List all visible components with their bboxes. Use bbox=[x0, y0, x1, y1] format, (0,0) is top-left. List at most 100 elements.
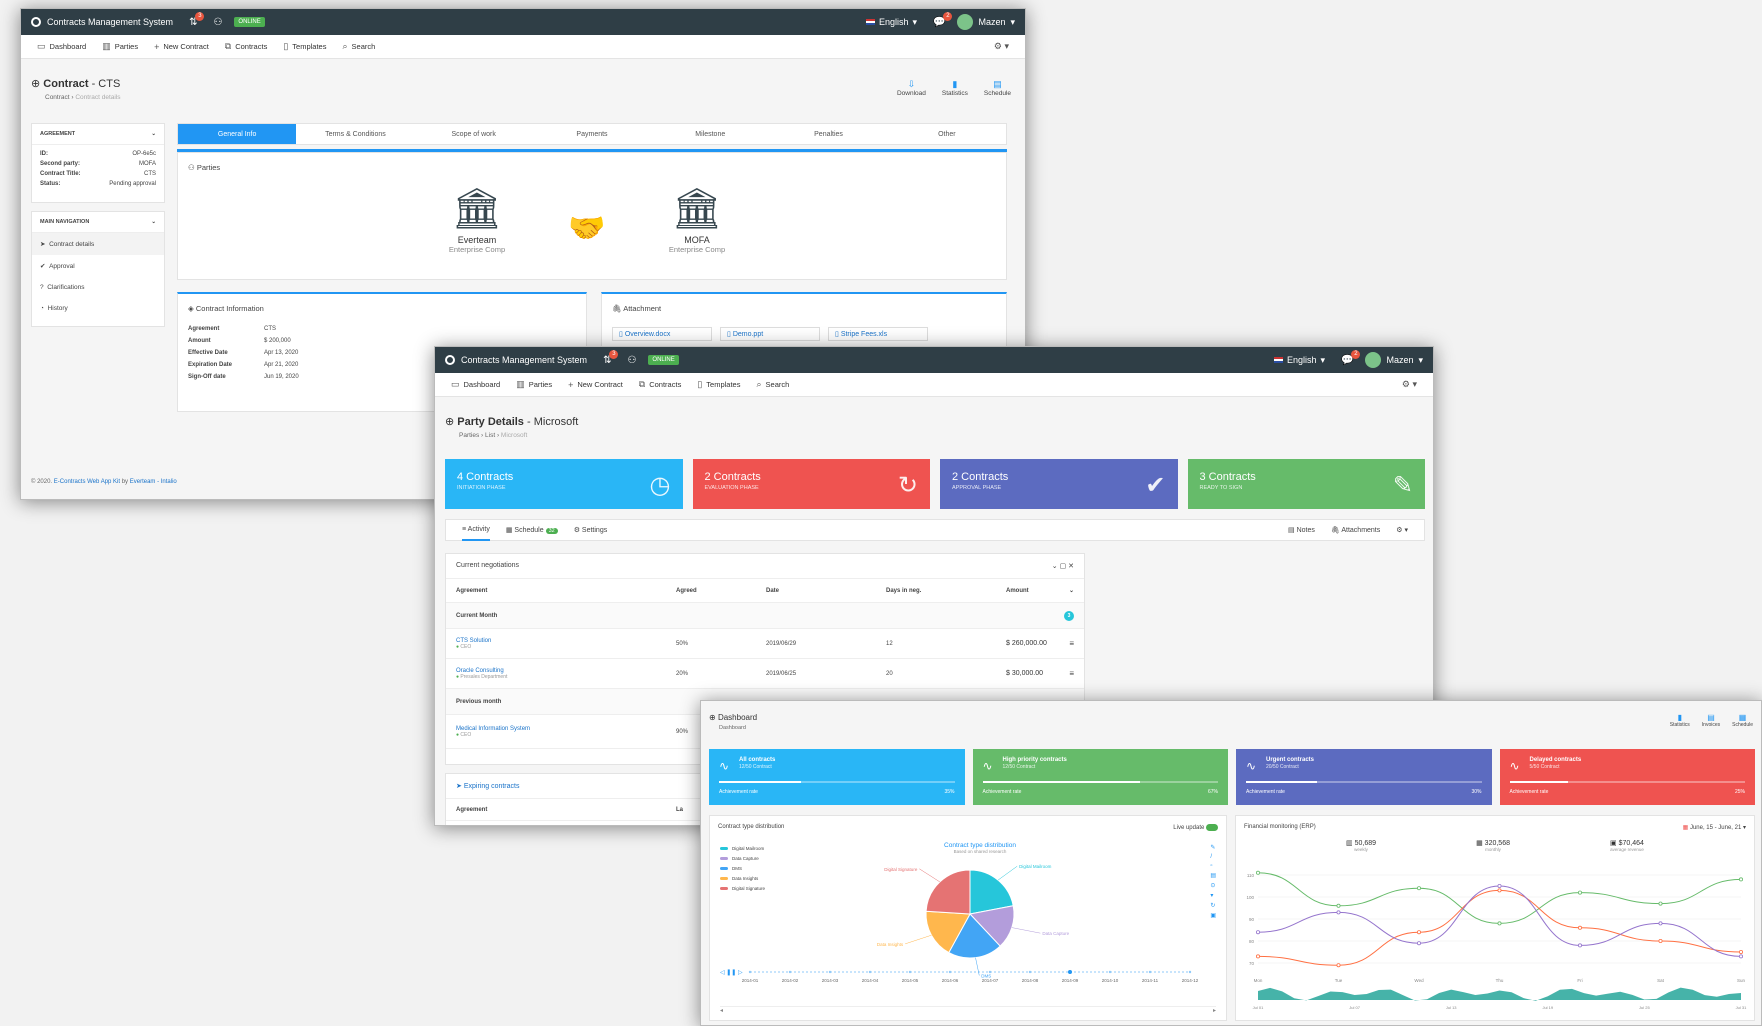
series-point[interactable] bbox=[1738, 950, 1743, 955]
series-point[interactable] bbox=[1658, 901, 1663, 906]
kpi-tile[interactable]: ∿ Urgent contracts 20/50 Contract Achieveme… bbox=[1236, 749, 1492, 805]
attachment-file[interactable]: ▯ Overview.docx bbox=[612, 327, 712, 341]
gear-dropdown[interactable]: ⚙ ▾ bbox=[1396, 526, 1408, 534]
language-select[interactable]: English ▾ bbox=[1273, 355, 1325, 366]
nav-new-contract[interactable]: + New Contract bbox=[154, 42, 209, 52]
nav-templates[interactable]: ▯ Templates bbox=[697, 379, 740, 390]
tab-scope-of-work[interactable]: Scope of work bbox=[415, 124, 533, 144]
chat-icon[interactable]: 💬 2 bbox=[933, 11, 953, 28]
panel-controls[interactable]: ⌄ ▢ ✕ bbox=[1052, 562, 1074, 570]
sync-icon[interactable]: ⇅ 3 bbox=[603, 349, 619, 366]
series-point[interactable] bbox=[1497, 888, 1502, 893]
attachment-file[interactable]: ▯ Stripe Fees.xls bbox=[828, 327, 928, 341]
series-point[interactable] bbox=[1658, 939, 1663, 944]
nav-dashboard[interactable]: ▭ Dashboard bbox=[37, 41, 86, 52]
tab-payments[interactable]: Payments bbox=[533, 124, 651, 144]
timeline-point[interactable] bbox=[788, 970, 792, 974]
tab-penalties[interactable]: Penalties bbox=[769, 124, 887, 144]
series-point[interactable] bbox=[1738, 954, 1743, 959]
party-everteam[interactable]: 🏛 Everteam Enterprise Comp bbox=[442, 187, 512, 254]
main-navigation-header[interactable]: MAIN NAVIGATION ⌄ bbox=[32, 212, 164, 233]
attachments-button[interactable]: 🖇 Attachments bbox=[1331, 526, 1380, 534]
user-menu[interactable]: Mazen ▾ bbox=[1365, 352, 1423, 368]
line-icon[interactable]: / bbox=[1210, 854, 1216, 860]
phase-tile[interactable]: 4 Contracts INITIATION PHASE ◷ bbox=[445, 459, 683, 509]
square-icon[interactable]: ▫ bbox=[1210, 863, 1216, 869]
timeline-point[interactable] bbox=[748, 970, 752, 974]
row-menu-icon[interactable]: ≡ bbox=[1069, 639, 1074, 648]
notes-button[interactable]: ▤ Notes bbox=[1288, 526, 1315, 534]
series-point[interactable] bbox=[1497, 921, 1502, 926]
series-point[interactable] bbox=[1336, 903, 1341, 908]
series-point[interactable] bbox=[1658, 921, 1663, 926]
timeline-point[interactable] bbox=[1148, 970, 1152, 974]
phase-tile[interactable]: 2 Contracts EVALUATION PHASE ↻ bbox=[692, 459, 930, 509]
save-icon[interactable]: ▣ bbox=[1210, 912, 1216, 919]
series-point[interactable] bbox=[1336, 910, 1341, 915]
series-point[interactable] bbox=[1577, 943, 1582, 948]
attachment-file[interactable]: ▯ Demo.ppt bbox=[720, 327, 820, 341]
breadcrumb-item[interactable]: Parties bbox=[459, 432, 479, 439]
series-point[interactable] bbox=[1577, 925, 1582, 930]
back-icon[interactable]: ⊕ bbox=[31, 78, 40, 90]
filter-icon[interactable]: ▾ bbox=[1210, 892, 1216, 899]
scroll-right-icon[interactable]: ▸ bbox=[1213, 1007, 1216, 1014]
party-mofa[interactable]: 🏛 MOFA Enterprise Comp bbox=[662, 187, 732, 254]
statistics-button[interactable]: ▮ Statistics bbox=[942, 79, 968, 97]
user-menu[interactable]: Mazen ▾ bbox=[957, 14, 1015, 30]
series-point[interactable] bbox=[1577, 890, 1582, 895]
chevron-down-icon[interactable]: ⌄ bbox=[1069, 587, 1074, 594]
phase-tile[interactable]: 3 Contracts READY TO SIGN ✎ bbox=[1187, 459, 1425, 509]
tab-settings[interactable]: ⚙ Settings bbox=[574, 526, 608, 534]
series-point[interactable] bbox=[1416, 930, 1421, 935]
people-icon[interactable]: ⚇ bbox=[627, 355, 636, 366]
invoices-button[interactable]: ▤ Invoices bbox=[1702, 713, 1720, 728]
timeline-point[interactable] bbox=[948, 970, 952, 974]
chat-icon[interactable]: 💬 2 bbox=[1341, 349, 1361, 366]
kpi-tile[interactable]: ∿ All contracts 12/50 Contract Achievement … bbox=[709, 749, 965, 805]
schedule-button[interactable]: ▦ Schedule bbox=[1732, 713, 1753, 728]
timeline-point[interactable] bbox=[988, 970, 992, 974]
col-agreed[interactable]: Agreed bbox=[676, 588, 766, 594]
nav-contracts[interactable]: ⧉ Contracts bbox=[639, 379, 682, 390]
agreement-header[interactable]: AGREEMENT ⌄ bbox=[32, 124, 164, 145]
side-nav-contract-details[interactable]: ➤ Contract details bbox=[32, 233, 164, 255]
col-agreement[interactable]: Agreement bbox=[456, 588, 676, 594]
series-point[interactable] bbox=[1738, 877, 1743, 882]
side-nav-approval[interactable]: ✔ Approval bbox=[32, 255, 164, 277]
doc-icon[interactable]: ▤ bbox=[1210, 872, 1216, 879]
series-point[interactable] bbox=[1255, 954, 1260, 959]
series-point[interactable] bbox=[1255, 930, 1260, 935]
col-days[interactable]: Days in neg. bbox=[886, 588, 1006, 594]
back-icon[interactable]: ⊕ bbox=[709, 713, 716, 722]
series-point[interactable] bbox=[1497, 884, 1502, 889]
statistics-button[interactable]: ▮ Statistics bbox=[1670, 713, 1690, 728]
series-point[interactable] bbox=[1416, 941, 1421, 946]
phase-tile[interactable]: 2 Contracts APPROVAL PHASE ✔ bbox=[940, 459, 1178, 509]
timeline-point[interactable] bbox=[1108, 970, 1112, 974]
nav-parties[interactable]: ▥ Parties bbox=[516, 379, 552, 390]
settings-icon[interactable]: ⚙ ▾ bbox=[1402, 379, 1417, 390]
series-point[interactable] bbox=[1416, 886, 1421, 891]
back-icon[interactable]: ⊕ bbox=[445, 416, 454, 428]
breadcrumb-item[interactable]: List bbox=[485, 432, 495, 439]
play-controls-icon[interactable]: ◁ ❚❚ ▷ bbox=[720, 969, 743, 976]
timeline-point[interactable] bbox=[828, 970, 832, 974]
timeline-point[interactable] bbox=[1068, 970, 1072, 974]
breadcrumb-item[interactable]: Contract bbox=[45, 94, 70, 101]
timeline-scrollbar[interactable]: ◂ ▸ bbox=[720, 1006, 1216, 1014]
scroll-left-icon[interactable]: ◂ bbox=[720, 1007, 723, 1014]
series-point[interactable] bbox=[1336, 963, 1341, 968]
side-nav-history[interactable]: ◔ History bbox=[32, 298, 164, 319]
nav-new-contract[interactable]: + New Contract bbox=[568, 380, 623, 390]
brand[interactable]: Contracts Management System bbox=[445, 355, 587, 365]
col-agreement[interactable]: Agreement bbox=[456, 807, 676, 813]
kpi-tile[interactable]: ∿ Delayed contracts 5/50 Contract Achieveme… bbox=[1499, 749, 1755, 805]
col-date[interactable]: Date bbox=[766, 588, 886, 594]
tab-activity[interactable]: ≡ Activity bbox=[462, 520, 490, 541]
tab-milestone[interactable]: Milestone bbox=[651, 124, 769, 144]
nav-dashboard[interactable]: ▭ Dashboard bbox=[451, 379, 500, 390]
zoom-icon[interactable]: ⊙ bbox=[1210, 882, 1216, 889]
row-menu-icon[interactable]: ≡ bbox=[1069, 669, 1074, 678]
schedule-button[interactable]: ▤ Schedule bbox=[984, 79, 1011, 97]
